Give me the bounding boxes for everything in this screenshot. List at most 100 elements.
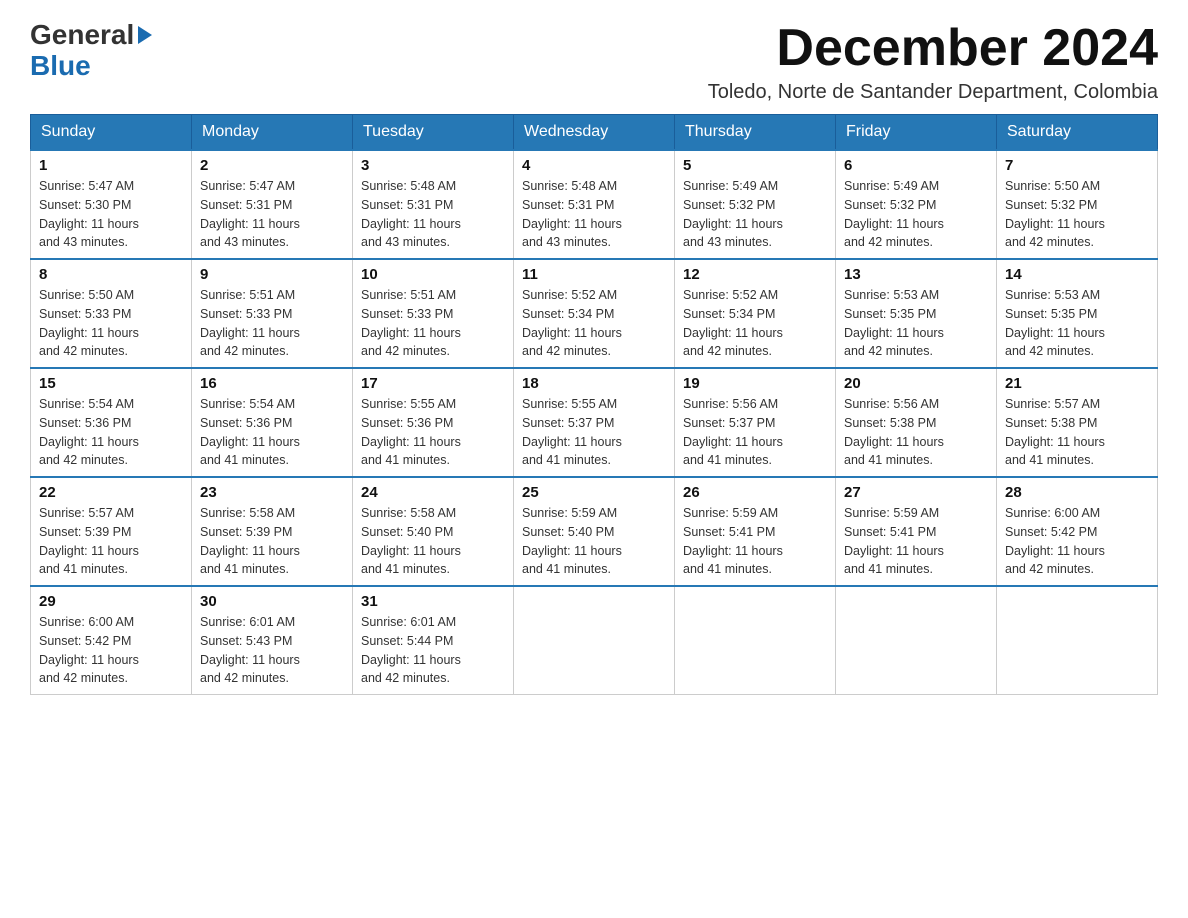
- calendar-cell: 22 Sunrise: 5:57 AM Sunset: 5:39 PM Dayli…: [31, 477, 192, 586]
- day-info: Sunrise: 5:58 AM Sunset: 5:39 PM Dayligh…: [200, 504, 344, 579]
- day-info: Sunrise: 5:51 AM Sunset: 5:33 PM Dayligh…: [200, 286, 344, 361]
- day-number: 17: [361, 375, 505, 392]
- calendar-cell: 11Sunrise: 5:52 AM Sunset: 5:34 PM Dayli…: [514, 259, 675, 368]
- logo: General Blue: [30, 20, 152, 82]
- day-info: Sunrise: 5:48 AM Sunset: 5:31 PM Dayligh…: [522, 177, 666, 252]
- week-row-2: 8Sunrise: 5:50 AM Sunset: 5:33 PM Daylig…: [31, 259, 1158, 368]
- day-number: 14: [1005, 266, 1149, 283]
- header-row: SundayMondayTuesdayWednesdayThursdayFrid…: [31, 115, 1158, 151]
- day-number: 30: [200, 593, 344, 610]
- calendar-cell: 25 Sunrise: 5:59 AM Sunset: 5:40 PM Dayli…: [514, 477, 675, 586]
- logo-general-text: General: [30, 20, 134, 51]
- day-info: Sunrise: 5:57 AM Sunset: 5:39 PM Dayligh…: [39, 504, 183, 579]
- title-section: December 2024 Toledo, Norte de Santander…: [708, 20, 1158, 104]
- day-number: 19: [683, 375, 827, 392]
- calendar-cell: 3 Sunrise: 5:48 AM Sunset: 5:31 PM Daylig…: [353, 150, 514, 259]
- day-info: Sunrise: 5:56 AM Sunset: 5:37 PM Dayligh…: [683, 395, 827, 470]
- header-day-saturday: Saturday: [997, 115, 1158, 151]
- week-row-4: 22 Sunrise: 5:57 AM Sunset: 5:39 PM Dayli…: [31, 477, 1158, 586]
- day-number: 20: [844, 375, 988, 392]
- calendar-cell: 27 Sunrise: 5:59 AM Sunset: 5:41 PM Dayli…: [836, 477, 997, 586]
- day-number: 29: [39, 593, 183, 610]
- day-info: Sunrise: 5:50 AM Sunset: 5:32 PM Dayligh…: [1005, 177, 1149, 252]
- day-info: Sunrise: 5:59 AM Sunset: 5:41 PM Dayligh…: [844, 504, 988, 579]
- calendar-table: SundayMondayTuesdayWednesdayThursdayFrid…: [30, 114, 1158, 695]
- calendar-cell: [675, 586, 836, 695]
- day-info: Sunrise: 5:53 AM Sunset: 5:35 PM Dayligh…: [844, 286, 988, 361]
- day-info: Sunrise: 5:57 AM Sunset: 5:38 PM Dayligh…: [1005, 395, 1149, 470]
- calendar-cell: 4 Sunrise: 5:48 AM Sunset: 5:31 PM Daylig…: [514, 150, 675, 259]
- day-info: Sunrise: 5:56 AM Sunset: 5:38 PM Dayligh…: [844, 395, 988, 470]
- header-day-monday: Monday: [192, 115, 353, 151]
- day-number: 12: [683, 266, 827, 283]
- calendar-cell: 19 Sunrise: 5:56 AM Sunset: 5:37 PM Dayli…: [675, 368, 836, 477]
- logo-arrow-icon: [138, 26, 152, 44]
- calendar-cell: 8Sunrise: 5:50 AM Sunset: 5:33 PM Daylig…: [31, 259, 192, 368]
- calendar-cell: 13Sunrise: 5:53 AM Sunset: 5:35 PM Dayli…: [836, 259, 997, 368]
- day-number: 7: [1005, 157, 1149, 174]
- day-info: Sunrise: 6:00 AM Sunset: 5:42 PM Dayligh…: [39, 613, 183, 688]
- week-row-3: 15 Sunrise: 5:54 AM Sunset: 5:36 PM Dayli…: [31, 368, 1158, 477]
- day-info: Sunrise: 5:55 AM Sunset: 5:36 PM Dayligh…: [361, 395, 505, 470]
- calendar-cell: 20 Sunrise: 5:56 AM Sunset: 5:38 PM Dayli…: [836, 368, 997, 477]
- calendar-cell: [514, 586, 675, 695]
- calendar-cell: 7 Sunrise: 5:50 AM Sunset: 5:32 PM Daylig…: [997, 150, 1158, 259]
- header-day-wednesday: Wednesday: [514, 115, 675, 151]
- calendar-cell: 16 Sunrise: 5:54 AM Sunset: 5:36 PM Dayli…: [192, 368, 353, 477]
- day-info: Sunrise: 6:00 AM Sunset: 5:42 PM Dayligh…: [1005, 504, 1149, 579]
- day-number: 4: [522, 157, 666, 174]
- day-number: 11: [522, 266, 666, 283]
- day-number: 15: [39, 375, 183, 392]
- day-info: Sunrise: 5:48 AM Sunset: 5:31 PM Dayligh…: [361, 177, 505, 252]
- day-info: Sunrise: 5:52 AM Sunset: 5:34 PM Dayligh…: [683, 286, 827, 361]
- day-number: 1: [39, 157, 183, 174]
- day-info: Sunrise: 5:55 AM Sunset: 5:37 PM Dayligh…: [522, 395, 666, 470]
- day-number: 3: [361, 157, 505, 174]
- day-info: Sunrise: 5:59 AM Sunset: 5:40 PM Dayligh…: [522, 504, 666, 579]
- day-number: 28: [1005, 484, 1149, 501]
- day-number: 22: [39, 484, 183, 501]
- calendar-cell: 31Sunrise: 6:01 AM Sunset: 5:44 PM Dayli…: [353, 586, 514, 695]
- day-info: Sunrise: 5:59 AM Sunset: 5:41 PM Dayligh…: [683, 504, 827, 579]
- day-info: Sunrise: 5:50 AM Sunset: 5:33 PM Dayligh…: [39, 286, 183, 361]
- calendar-cell: 6 Sunrise: 5:49 AM Sunset: 5:32 PM Daylig…: [836, 150, 997, 259]
- calendar-cell: 14 Sunrise: 5:53 AM Sunset: 5:35 PM Dayli…: [997, 259, 1158, 368]
- week-row-1: 1 Sunrise: 5:47 AM Sunset: 5:30 PM Daylig…: [31, 150, 1158, 259]
- logo-blue-text: Blue: [30, 51, 152, 82]
- calendar-cell: 29 Sunrise: 6:00 AM Sunset: 5:42 PM Dayli…: [31, 586, 192, 695]
- day-number: 27: [844, 484, 988, 501]
- calendar-cell: 5 Sunrise: 5:49 AM Sunset: 5:32 PM Daylig…: [675, 150, 836, 259]
- calendar-cell: 21Sunrise: 5:57 AM Sunset: 5:38 PM Dayli…: [997, 368, 1158, 477]
- day-number: 2: [200, 157, 344, 174]
- calendar-cell: 26Sunrise: 5:59 AM Sunset: 5:41 PM Dayli…: [675, 477, 836, 586]
- day-info: Sunrise: 6:01 AM Sunset: 5:44 PM Dayligh…: [361, 613, 505, 688]
- calendar-cell: 1 Sunrise: 5:47 AM Sunset: 5:30 PM Daylig…: [31, 150, 192, 259]
- day-number: 25: [522, 484, 666, 501]
- day-info: Sunrise: 5:49 AM Sunset: 5:32 PM Dayligh…: [683, 177, 827, 252]
- day-info: Sunrise: 5:47 AM Sunset: 5:31 PM Dayligh…: [200, 177, 344, 252]
- day-number: 23: [200, 484, 344, 501]
- calendar-cell: 9 Sunrise: 5:51 AM Sunset: 5:33 PM Daylig…: [192, 259, 353, 368]
- header-day-friday: Friday: [836, 115, 997, 151]
- day-number: 5: [683, 157, 827, 174]
- header-day-tuesday: Tuesday: [353, 115, 514, 151]
- day-number: 24: [361, 484, 505, 501]
- day-number: 6: [844, 157, 988, 174]
- day-number: 9: [200, 266, 344, 283]
- day-info: Sunrise: 6:01 AM Sunset: 5:43 PM Dayligh…: [200, 613, 344, 688]
- day-number: 16: [200, 375, 344, 392]
- day-info: Sunrise: 5:54 AM Sunset: 5:36 PM Dayligh…: [39, 395, 183, 470]
- page-header: General Blue December 2024 Toledo, Norte…: [30, 20, 1158, 104]
- day-info: Sunrise: 5:54 AM Sunset: 5:36 PM Dayligh…: [200, 395, 344, 470]
- day-info: Sunrise: 5:47 AM Sunset: 5:30 PM Dayligh…: [39, 177, 183, 252]
- calendar-cell: 24 Sunrise: 5:58 AM Sunset: 5:40 PM Dayli…: [353, 477, 514, 586]
- day-number: 10: [361, 266, 505, 283]
- calendar-cell: [836, 586, 997, 695]
- day-info: Sunrise: 5:53 AM Sunset: 5:35 PM Dayligh…: [1005, 286, 1149, 361]
- day-info: Sunrise: 5:58 AM Sunset: 5:40 PM Dayligh…: [361, 504, 505, 579]
- header-day-thursday: Thursday: [675, 115, 836, 151]
- day-number: 18: [522, 375, 666, 392]
- calendar-cell: [997, 586, 1158, 695]
- calendar-cell: 2 Sunrise: 5:47 AM Sunset: 5:31 PM Daylig…: [192, 150, 353, 259]
- day-info: Sunrise: 5:49 AM Sunset: 5:32 PM Dayligh…: [844, 177, 988, 252]
